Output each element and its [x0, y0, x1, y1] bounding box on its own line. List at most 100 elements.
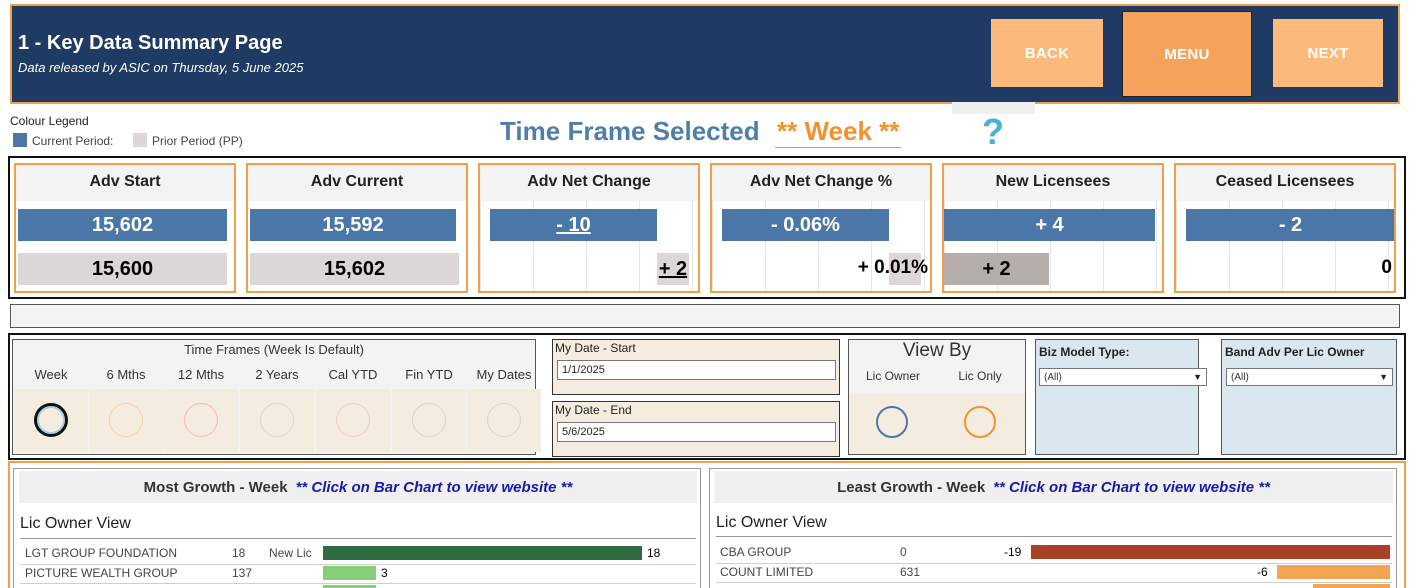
least-growth-row-2-value: -6 — [1257, 565, 1268, 579]
kpi-adv-start: Adv Start 15,602 15,600 — [14, 163, 236, 293]
most-growth-bar-1[interactable] — [323, 546, 642, 560]
most-growth-hint: ** Click on Bar Chart to view website ** — [295, 478, 573, 496]
least-growth-row-2-name: COUNT LIMITED — [720, 565, 814, 579]
kpi-ceased-licensees: Ceased Licensees - 2 0 — [1174, 163, 1396, 293]
kpi-current-bar: - 0.06% — [722, 209, 889, 241]
next-button[interactable]: NEXT — [1273, 19, 1383, 87]
kpi-new-licensees: New Licensees + 4 + 2 — [942, 163, 1164, 293]
most-growth-title: Most Growth - Week — [143, 478, 288, 496]
colour-legend-title: Colour Legend — [10, 114, 89, 128]
time-frame-option-my-dates[interactable]: My Dates — [467, 367, 541, 382]
my-date-start-label: My Date - Start — [555, 341, 636, 355]
most-growth-row-1-name: LGT GROUP FOUNDATION — [25, 546, 178, 560]
row-divider — [716, 563, 1392, 564]
band-adv-value: (All) — [1231, 371, 1249, 383]
row-divider — [716, 582, 1392, 583]
kpi-title: Adv Net Change — [480, 165, 698, 201]
band-adv-label: Band Adv Per Lic Owner — [1225, 345, 1365, 359]
time-frame-option-6-mths[interactable]: 6 Mths — [89, 367, 163, 382]
time-frames-title: Time Frames (Week Is Default) — [184, 342, 364, 357]
least-growth-bar-partial — [1313, 584, 1390, 588]
least-growth-bar-2[interactable] — [1277, 565, 1390, 579]
current-period-swatch — [13, 133, 27, 147]
row-divider — [20, 564, 696, 565]
row-divider — [716, 536, 1392, 537]
most-growth-row-2-count: 137 — [232, 566, 253, 580]
kpi-adv-net-change: Adv Net Change - 10 + 2 — [478, 163, 700, 293]
kpi-prior-bar: + 2 — [944, 253, 1049, 285]
least-growth-header: Least Growth - Week ** Click on Bar Char… — [714, 471, 1393, 503]
kpi-title: New Licensees — [944, 165, 1162, 201]
row-divider — [20, 538, 696, 539]
time-frame-value: ** Week ** — [775, 116, 902, 148]
least-growth-row-2-count: 631 — [900, 565, 921, 579]
back-button[interactable]: BACK — [991, 19, 1103, 87]
time-frame-label: Time Frame Selected — [500, 116, 760, 146]
radio-12-mths[interactable] — [184, 403, 218, 437]
radio-lic-only[interactable] — [964, 406, 996, 438]
kpi-current-bar: 15,592 — [250, 209, 456, 241]
help-icon[interactable]: ? — [982, 111, 1004, 153]
biz-model-value: (All) — [1044, 371, 1062, 383]
view-by-option-lic-owner[interactable]: Lic Owner — [855, 369, 931, 383]
my-date-end-input[interactable]: 5/6/2025 — [557, 422, 836, 442]
prior-period-label: Prior Period (PP) — [152, 134, 243, 148]
kpi-adv-net-change-pct: Adv Net Change % - 0.06% + 0.01% — [710, 163, 932, 293]
most-growth-bar-2[interactable] — [323, 566, 376, 580]
least-growth-view-label: Lic Owner View — [716, 514, 827, 531]
time-frame-option-2-years[interactable]: 2 Years — [240, 367, 314, 382]
radio-fin-ytd[interactable] — [412, 403, 446, 437]
most-growth-row-2-name: PICTURE WEALTH GROUP — [25, 566, 178, 580]
time-frame-option-12-mths[interactable]: 12 Mths — [164, 367, 238, 382]
most-growth-row-1-count: 18 — [232, 546, 246, 560]
most-growth-header: Most Growth - Week ** Click on Bar Chart… — [19, 471, 697, 503]
most-growth-row-1-tag: New Lic — [269, 546, 312, 560]
view-by-option-lic-only[interactable]: Lic Only — [942, 369, 1018, 383]
least-growth-row-1-value: -19 — [1004, 545, 1022, 559]
release-date-subtitle: Data released by ASIC on Thursday, 5 Jun… — [18, 60, 304, 75]
least-growth-row-1-name: CBA GROUP — [720, 545, 792, 559]
time-frame-option-fin-ytd[interactable]: Fin YTD — [392, 367, 466, 382]
kpi-adv-current: Adv Current 15,592 15,602 — [246, 163, 468, 293]
kpi-title: Adv Start — [16, 165, 234, 201]
kpi-prior-bar: 15,600 — [18, 253, 227, 285]
least-growth-title: Least Growth - Week — [837, 478, 986, 496]
prior-period-swatch — [133, 133, 147, 147]
page-title: 1 - Key Data Summary Page — [18, 32, 283, 54]
view-by-title: View By — [902, 340, 972, 361]
radio-2-years[interactable] — [260, 403, 294, 437]
radio-6-mths[interactable] — [109, 403, 143, 437]
kpi-prior-bar: + 2 — [657, 253, 689, 285]
radio-lic-owner[interactable] — [876, 406, 908, 438]
kpi-current-bar: 15,602 — [18, 209, 227, 241]
radio-my-dates[interactable] — [487, 403, 521, 437]
chevron-down-icon: ▼ — [1193, 372, 1202, 382]
chevron-down-icon: ▼ — [1379, 372, 1388, 382]
least-growth-row-1-count: 0 — [900, 545, 907, 559]
biz-model-dropdown[interactable]: (All) ▼ — [1039, 368, 1207, 386]
kpi-prior-bar: 15,602 — [250, 253, 459, 285]
radio-week-selected[interactable] — [34, 403, 68, 437]
kpi-prior-value: + 0.01% — [857, 257, 928, 278]
kpi-title: Ceased Licensees — [1176, 165, 1394, 201]
my-date-start-input[interactable]: 1/1/2025 — [557, 360, 836, 380]
least-growth-hint: ** Click on Bar Chart to view website ** — [993, 478, 1270, 496]
kpi-current-bar: + 4 — [944, 209, 1155, 241]
row-divider — [20, 583, 696, 584]
current-period-label: Current Period: — [32, 134, 114, 148]
divider-bar — [10, 304, 1400, 328]
time-frame-option-week[interactable]: Week — [14, 367, 88, 382]
biz-model-label: Biz Model Type: — [1039, 345, 1130, 359]
kpi-prior-value: 0 — [1381, 257, 1392, 278]
radio-cal-ytd[interactable] — [336, 403, 370, 437]
band-adv-dropdown[interactable]: (All) ▼ — [1226, 368, 1393, 386]
kpi-title: Adv Net Change % — [712, 165, 930, 201]
menu-button[interactable]: MENU — [1122, 11, 1252, 97]
time-frame-option-cal-ytd[interactable]: Cal YTD — [316, 367, 390, 382]
most-growth-row-1-value: 18 — [647, 546, 661, 560]
kpi-current-bar: - 2 — [1186, 209, 1394, 241]
most-growth-view-label: Lic Owner View — [20, 515, 131, 532]
least-growth-bar-1[interactable] — [1031, 545, 1390, 559]
my-date-end-label: My Date - End — [555, 403, 632, 417]
most-growth-row-2-value: 3 — [381, 566, 388, 580]
